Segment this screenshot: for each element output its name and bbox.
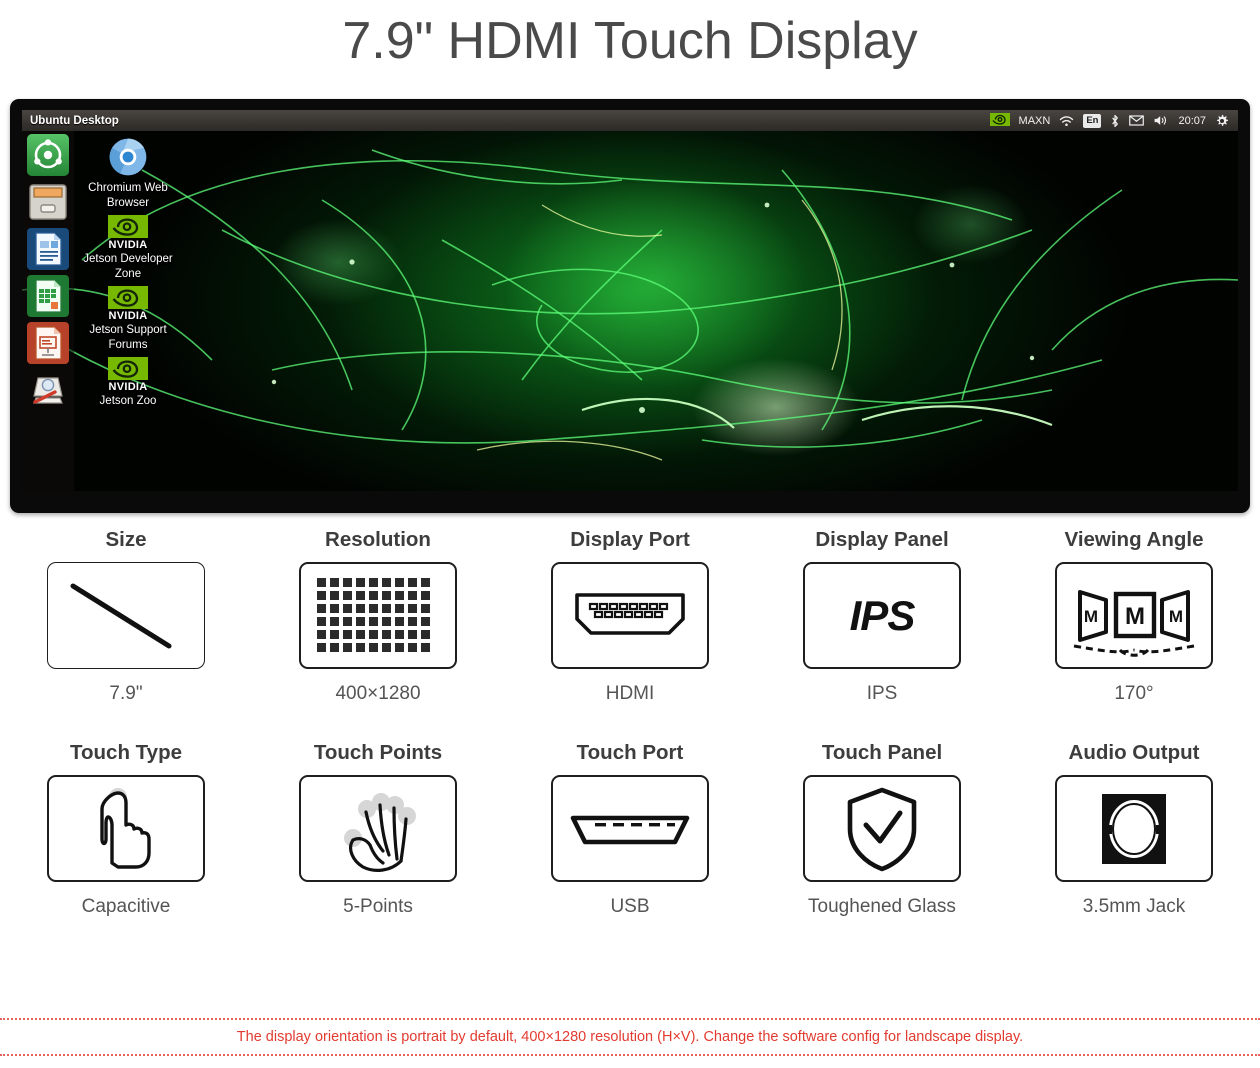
spec-title: Touch Port xyxy=(576,741,684,764)
pixel-grid-icon xyxy=(299,562,457,669)
spec-title: Resolution xyxy=(325,528,431,551)
desktop-icon-label: Chromium Web Browser xyxy=(88,182,168,209)
spec-touch-panel: Touch Panel Toughened Glass xyxy=(756,741,1008,918)
monitor-mockup: Ubuntu Desktop MAXN En 20:07 Chromium We… xyxy=(10,99,1250,513)
spec-title: Size xyxy=(105,528,147,551)
spec-title: Touch Points xyxy=(313,741,443,764)
spec-size: Size 7.9" xyxy=(0,528,252,705)
desktop-icon-label: Jetson Support Forums xyxy=(89,324,167,351)
power-mode-label[interactable]: MAXN xyxy=(1019,115,1051,127)
desktop-icon-jetson-support-forums[interactable]: NVIDIA Jetson Support Forums xyxy=(80,286,176,352)
ips-label: IPS xyxy=(849,591,916,639)
desktop-icon-jetson-developer-zone[interactable]: NVIDIA Jetson Developer Zone xyxy=(80,215,176,281)
spec-title: Touch Type xyxy=(70,741,182,764)
spec-value: 7.9" xyxy=(109,683,143,704)
nvidia-logo-icon[interactable] xyxy=(989,112,1010,129)
viewing-angle-icon: M M M xyxy=(1055,562,1213,669)
nvidia-wordmark: NVIDIA xyxy=(108,381,148,393)
spec-row-2: Touch Type Capacitive Touch Points 5-Poi… xyxy=(0,741,1260,918)
mail-icon[interactable] xyxy=(1129,115,1145,126)
spec-row-1: Size 7.9" Resolution 400×1280 Display Po… xyxy=(0,528,1260,705)
desktop-icon-jetson-zoo[interactable]: NVIDIA Jetson Zoo xyxy=(80,357,176,409)
spec-viewing-angle: Viewing Angle M M M 170° xyxy=(1008,528,1260,705)
ubuntu-dash-icon[interactable] xyxy=(27,134,69,176)
nvidia-logo-icon xyxy=(108,215,148,238)
libreoffice-calc-icon[interactable] xyxy=(27,275,69,317)
spec-display-panel: Display Panel IPS IPS xyxy=(756,528,1008,705)
wallpaper-streaks-icon xyxy=(22,149,1238,461)
libreoffice-writer-icon[interactable] xyxy=(27,228,69,270)
spec-value: Capacitive xyxy=(81,896,171,917)
footer-note: The display orientation is portrait by d… xyxy=(0,1018,1260,1056)
shield-check-icon xyxy=(803,775,961,882)
spec-touch-type: Touch Type Capacitive xyxy=(0,741,252,918)
spec-audio-output: Audio Output 3.5mm Jack xyxy=(1008,741,1260,918)
nvidia-logo-icon xyxy=(108,357,148,380)
spec-grid: Size 7.9" Resolution 400×1280 Display Po… xyxy=(0,528,1260,918)
desktop-icon-label: Jetson Developer Zone xyxy=(83,253,173,280)
screen: Ubuntu Desktop MAXN En 20:07 Chromium We… xyxy=(22,110,1238,491)
wifi-icon[interactable] xyxy=(1059,115,1074,127)
ubuntu-top-panel[interactable]: Ubuntu Desktop MAXN En 20:07 xyxy=(22,110,1238,131)
desktop-icons: Chromium Web Browser NVIDIA Jetson Devel… xyxy=(80,136,176,414)
spec-value: 170° xyxy=(1114,683,1154,704)
spec-value: 400×1280 xyxy=(335,683,421,704)
spec-value: HDMI xyxy=(605,683,655,704)
page-title: 7.9" HDMI Touch Display xyxy=(342,12,918,70)
bluetooth-icon[interactable] xyxy=(1110,114,1120,128)
spec-value: USB xyxy=(610,896,650,917)
libreoffice-impress-icon[interactable] xyxy=(27,322,69,364)
desktop-icon-label: Jetson Zoo xyxy=(99,395,157,407)
pointing-hand-icon xyxy=(47,775,205,882)
spec-resolution: Resolution 400×1280 xyxy=(252,528,504,705)
ips-text-icon: IPS xyxy=(803,562,961,669)
desktop-wallpaper xyxy=(22,110,1238,491)
svg-text:M: M xyxy=(1125,603,1145,630)
diagonal-line-icon xyxy=(47,562,205,669)
system-tray: MAXN En 20:07 xyxy=(989,112,1238,129)
spec-touch-port: Touch Port USB xyxy=(504,741,756,918)
chromium-icon xyxy=(109,138,147,176)
product-infographic: 7.9" HDMI Touch Display Ubuntu Desktop M… xyxy=(0,0,1260,1068)
spec-title: Display Panel xyxy=(815,528,949,551)
volume-icon[interactable] xyxy=(1153,114,1169,127)
audio-jack-icon xyxy=(1055,775,1213,882)
svg-text:M: M xyxy=(1084,607,1098,626)
spec-touch-points: Touch Points 5-Points xyxy=(252,741,504,918)
spec-value: 5-Points xyxy=(343,896,413,917)
system-settings-icon[interactable] xyxy=(27,369,69,411)
spec-title: Viewing Angle xyxy=(1064,528,1204,551)
hdmi-port-icon xyxy=(551,562,709,669)
svg-text:M: M xyxy=(1169,607,1183,626)
spec-value: IPS xyxy=(866,683,898,704)
spec-title: Audio Output xyxy=(1068,741,1200,764)
spec-value: 3.5mm Jack xyxy=(1082,896,1186,917)
usb-port-icon xyxy=(551,775,709,882)
keyboard-layout-badge[interactable]: En xyxy=(1083,113,1102,128)
desktop-icon-chromium[interactable]: Chromium Web Browser xyxy=(80,136,176,210)
nvidia-wordmark: NVIDIA xyxy=(108,310,148,322)
spec-value: Toughened Glass xyxy=(808,896,956,917)
spec-display-port: Display Port HDMI xyxy=(504,528,756,705)
five-finger-hand-icon xyxy=(299,775,457,882)
nvidia-wordmark: NVIDIA xyxy=(108,239,148,251)
files-icon[interactable] xyxy=(27,181,69,223)
clock-label[interactable]: 20:07 xyxy=(1178,115,1206,127)
unity-launcher[interactable] xyxy=(22,131,74,491)
gear-icon[interactable] xyxy=(1215,114,1229,128)
spec-title: Touch Panel xyxy=(821,741,943,764)
spec-title: Display Port xyxy=(570,528,690,551)
panel-title: Ubuntu Desktop xyxy=(30,114,119,127)
nvidia-logo-icon xyxy=(108,286,148,309)
